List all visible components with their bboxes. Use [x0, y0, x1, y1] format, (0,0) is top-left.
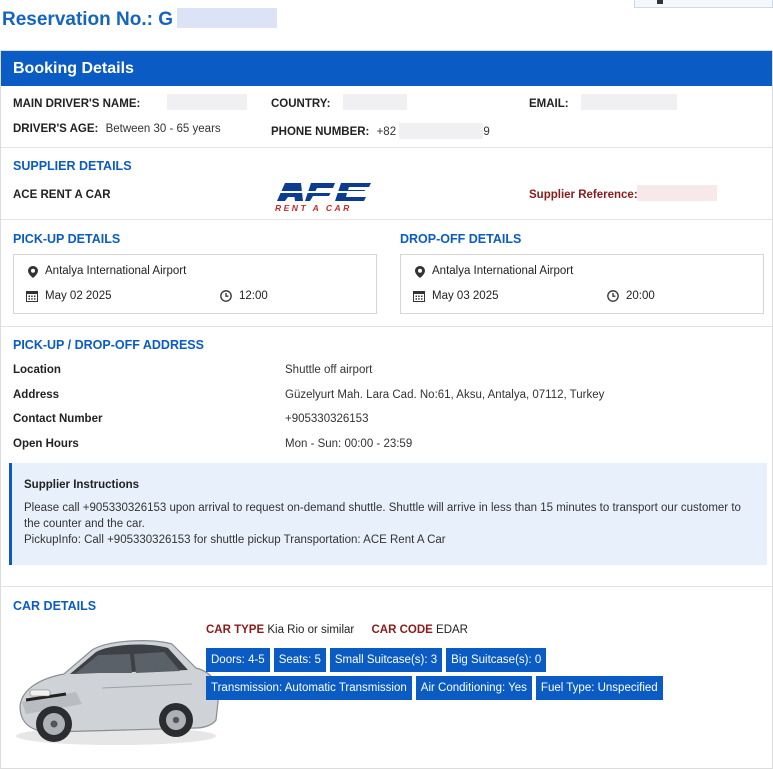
car-type-value: Kia Rio or similar	[267, 624, 355, 636]
address-row-key: Open Hours	[13, 438, 79, 450]
redacted-country	[343, 94, 407, 110]
pickup-time: 12:00	[239, 290, 268, 302]
dropoff-section-title: DROP-OFF DETAILS	[400, 232, 522, 246]
divider	[1, 326, 773, 327]
address-row-value: Mon - Sun: 00:00 - 23:59	[285, 438, 413, 450]
driver-age-row: DRIVER'S AGE: Between 30 - 65 years	[13, 123, 221, 135]
phone-label: PHONE NUMBER:	[271, 126, 370, 138]
redacted-supplier-reference	[637, 185, 717, 201]
redacted-driver-name	[167, 94, 247, 110]
driver-name-label: MAIN DRIVER'S NAME:	[13, 98, 141, 110]
car-code-label: CAR CODE	[371, 624, 433, 636]
car-features-row-2: Transmission: Automatic Transmission Air…	[206, 676, 663, 700]
address-section-title: PICK-UP / DROP-OFF ADDRESS	[13, 338, 204, 352]
phone-row: PHONE NUMBER: +82 9	[271, 123, 490, 139]
car-image	[16, 640, 219, 745]
supplier-instructions-panel: Supplier Instructions Please call +90533…	[9, 463, 767, 565]
reservation-title-text: Reservation No.: G	[2, 9, 174, 30]
divider	[1, 147, 773, 148]
print-icon	[657, 0, 663, 4]
driver-age-value: Between 30 - 65 years	[105, 123, 221, 135]
calendar-icon	[413, 291, 425, 302]
country-label: COUNTRY:	[271, 98, 331, 110]
pickup-date: May 02 2025	[45, 290, 112, 302]
address-row-key: Contact Number	[13, 413, 103, 425]
pickup-location: Antalya International Airport	[45, 265, 187, 277]
reservation-title: Reservation No.: G	[2, 8, 278, 31]
dropoff-details-box: Antalya International Airport May 03 202…	[400, 254, 764, 314]
map-pin-icon	[28, 266, 38, 278]
divider	[1, 219, 773, 220]
address-row-value: +905330326153	[285, 413, 369, 425]
redacted-phone	[399, 123, 484, 139]
car-feature-chip: Air Conditioning: Yes	[415, 676, 532, 700]
email-label: EMAIL:	[529, 98, 569, 110]
car-feature-chip: Small Suitcase(s): 3	[329, 648, 443, 672]
clock-icon	[220, 290, 232, 302]
dropoff-date: May 03 2025	[432, 290, 499, 302]
car-feature-chip: Fuel Type: Unspecified	[535, 676, 663, 700]
ace-rent-a-car-logo: RENT A CAR	[275, 183, 373, 213]
car-section-title: CAR DETAILS	[13, 599, 97, 613]
car-features-row-1: Doors: 4-5 Seats: 5 Small Suitcase(s): 3…	[206, 648, 547, 672]
pickup-section-title: PICK-UP DETAILS	[13, 232, 121, 246]
redacted-email	[581, 94, 677, 110]
address-row-key: Address	[13, 389, 60, 401]
supplier-instructions-text: Please call +905330326153 upon arrival t…	[24, 502, 741, 530]
car-feature-chip: Big Suitcase(s): 0	[446, 648, 547, 672]
car-code-value: EDAR	[436, 624, 468, 636]
clock-icon	[607, 290, 619, 302]
driver-age-label: DRIVER'S AGE:	[13, 123, 99, 135]
redacted-reservation-number	[177, 8, 278, 28]
top-right-action-button[interactable]	[634, 0, 773, 8]
phone-tail: 9	[483, 126, 490, 138]
supplier-name: ACE RENT A CAR	[13, 189, 111, 201]
ace-logo-subtext: RENT A CAR	[275, 203, 352, 213]
pickup-details-box: Antalya International Airport May 02 202…	[13, 254, 377, 314]
car-type-line: CAR TYPE Kia Rio or similar CAR CODE EDA…	[206, 624, 468, 636]
car-type-label: CAR TYPE	[206, 624, 265, 636]
calendar-icon	[26, 291, 38, 302]
supplier-reference-label: Supplier Reference:	[529, 189, 638, 201]
supplier-instructions-title: Supplier Instructions	[24, 479, 140, 491]
address-row-key: Location	[13, 364, 61, 376]
phone-value: +82	[376, 126, 397, 138]
map-pin-icon	[415, 266, 425, 278]
divider	[0, 586, 773, 587]
car-feature-chip: Transmission: Automatic Transmission	[206, 676, 412, 700]
supplier-instructions-pickup-info: PickupInfo: Call +905330326153 for shutt…	[24, 534, 446, 546]
car-feature-chip: Doors: 4-5	[206, 648, 270, 672]
car-feature-chip: Seats: 5	[273, 648, 326, 672]
booking-details-header: Booking Details	[1, 51, 772, 86]
address-row-value: Güzelyurt Mah. Lara Cad. No:61, Aksu, An…	[285, 389, 605, 401]
address-row-value: Shuttle off airport	[285, 364, 373, 376]
supplier-section-title: SUPPLIER DETAILS	[13, 159, 132, 173]
dropoff-time: 20:00	[626, 290, 655, 302]
dropoff-location: Antalya International Airport	[432, 265, 574, 277]
